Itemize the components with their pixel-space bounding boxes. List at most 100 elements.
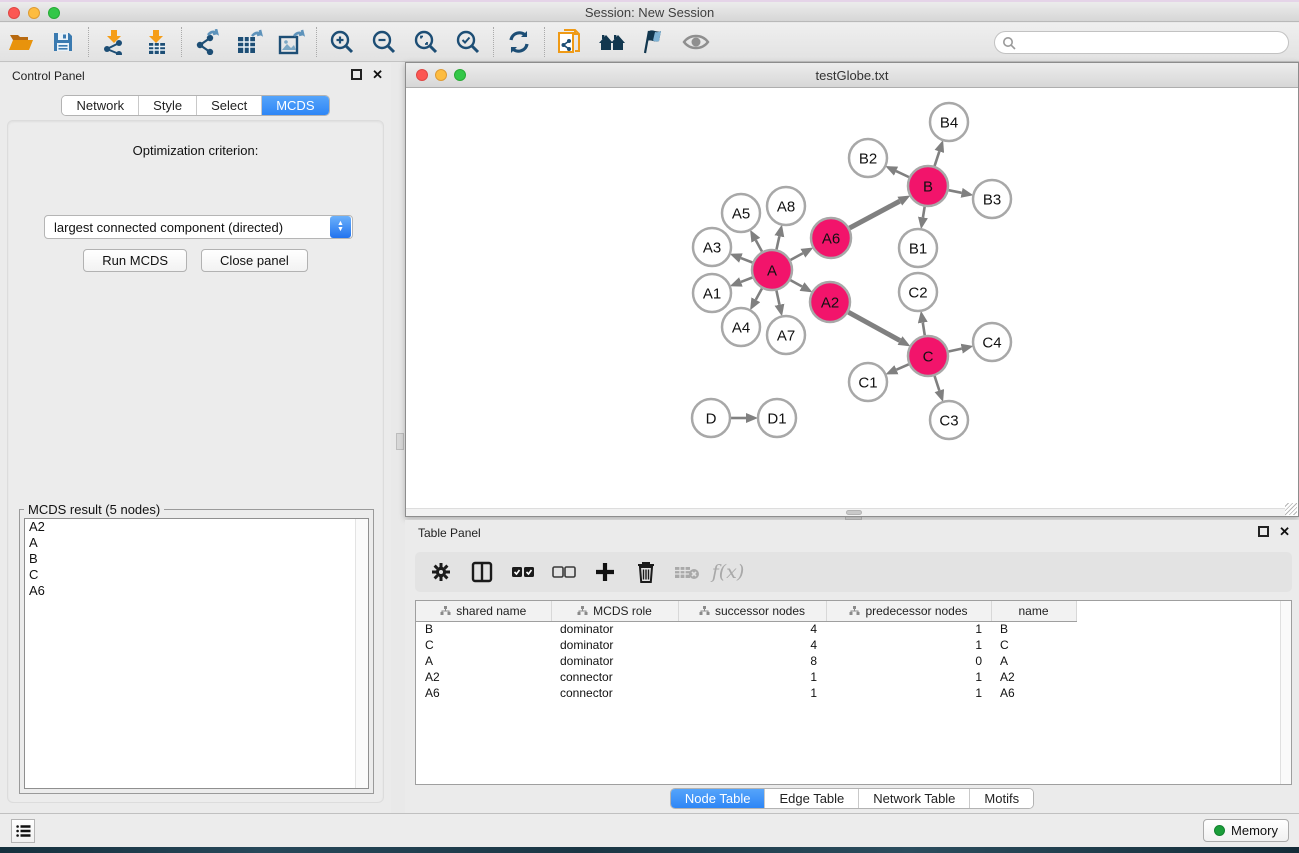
select-all-columns-button[interactable] [507,556,539,588]
table-cell[interactable]: 1 [826,637,991,653]
graph-node-B3[interactable]: B3 [973,180,1011,218]
delete-column-button[interactable] [630,556,662,588]
table-cell[interactable]: dominator [551,653,678,669]
table-cell[interactable]: A2 [991,669,1076,685]
graph-node-B2[interactable]: B2 [849,139,887,177]
table-row[interactable]: A6connector11A6 [416,685,1076,701]
table-settings-button[interactable] [425,556,457,588]
zoom-fit-button[interactable] [405,25,447,59]
search-input[interactable] [1016,34,1288,52]
save-session-button[interactable] [42,25,84,59]
graph-node-B1[interactable]: B1 [899,229,937,267]
mcds-result-item[interactable]: B [25,551,368,567]
graph-node-C1[interactable]: C1 [849,363,887,401]
graph-node-D1[interactable]: D1 [758,399,796,437]
graph-node-C2[interactable]: C2 [899,273,937,311]
table-cell[interactable]: C [416,637,551,653]
home-button[interactable] [591,25,633,59]
close-panel-icon[interactable]: ✕ [372,69,383,80]
column-header-name[interactable]: name [991,601,1076,621]
export-image-button[interactable] [270,25,312,59]
tab-network[interactable]: Network [62,96,138,115]
graph-edge-A-A5[interactable] [756,240,762,251]
table-cell[interactable]: A2 [416,669,551,685]
table-cell[interactable]: B [991,621,1076,637]
zoom-in-button[interactable] [321,25,363,59]
graph-edge-A-A1[interactable] [741,278,752,282]
mcds-result-item[interactable]: A6 [25,583,368,599]
graph-node-A4[interactable]: A4 [722,308,760,346]
column-header-successor-nodes[interactable]: successor nodes [678,601,826,621]
graph-edge-B-B3[interactable] [949,190,962,193]
graph-edge-A-A4[interactable] [756,288,762,299]
vertical-splitter-handle[interactable] [396,433,404,450]
table-row[interactable]: Bdominator41B [416,621,1076,637]
table-close-panel-icon[interactable]: ✕ [1279,526,1290,537]
table-cell[interactable]: 8 [678,653,826,669]
close-panel-button[interactable]: Close panel [201,249,308,272]
tab-select[interactable]: Select [196,96,261,115]
graph-node-A5[interactable]: A5 [722,194,760,232]
graph-edge-C-C1[interactable] [896,364,908,369]
tab-style[interactable]: Style [138,96,196,115]
table-float-panel-icon[interactable] [1258,526,1269,537]
table-cell[interactable]: 4 [678,637,826,653]
table-cell[interactable]: 1 [826,669,991,685]
graph-edge-A-A2[interactable] [790,280,802,286]
search-field[interactable] [994,31,1289,54]
function-builder-button[interactable]: f(x) [712,556,744,588]
table-cell[interactable]: 1 [826,685,991,701]
network-window-titlebar[interactable]: testGlobe.txt [406,63,1298,88]
mcds-result-item[interactable]: A2 [25,519,368,535]
table-cell[interactable]: A6 [991,685,1076,701]
network-canvas[interactable]: AA1A2A3A4A5A6A7A8BB1B2B3B4CC1C2C3C4DD1 [406,89,1298,508]
tab-node-table[interactable]: Node Table [671,789,765,808]
network-resize-grip[interactable] [1285,503,1297,515]
table-cell[interactable]: 0 [826,653,991,669]
optimization-criterion-dropdown[interactable]: largest connected component (directed) ▲… [44,215,353,239]
table-cell[interactable]: A [991,653,1076,669]
graph-node-B4[interactable]: B4 [930,103,968,141]
table-cell[interactable]: dominator [551,621,678,637]
graph-node-C3[interactable]: C3 [930,401,968,439]
float-panel-icon[interactable] [351,69,362,80]
table-row[interactable]: Adominator80A [416,653,1076,669]
export-table-button[interactable] [228,25,270,59]
table-cell[interactable]: A6 [416,685,551,701]
graph-node-A8[interactable]: A8 [767,187,805,225]
zoom-selected-button[interactable] [447,25,489,59]
mcds-result-item[interactable]: A [25,535,368,551]
tab-network-table[interactable]: Network Table [858,789,969,808]
table-row[interactable]: Cdominator41C [416,637,1076,653]
column-header-shared-name[interactable]: shared name [416,601,551,621]
graph-edge-A-A8[interactable] [776,236,779,249]
table-cell[interactable]: 1 [678,669,826,685]
graph-node-A1[interactable]: A1 [693,274,731,312]
table-cell[interactable]: 4 [678,621,826,637]
import-table-button[interactable] [135,25,177,59]
table-cell[interactable]: dominator [551,637,678,653]
graph-node-A[interactable]: A [752,250,792,290]
graph-edge-A-A7[interactable] [776,291,779,305]
show-hide-eye-button[interactable] [675,25,717,59]
table-cell[interactable]: 1 [826,621,991,637]
mcds-result-item[interactable]: C [25,567,368,583]
task-history-button[interactable] [11,819,35,843]
delete-table-button[interactable] [671,556,703,588]
graph-edge-A6-B[interactable] [850,201,900,228]
open-session-button[interactable] [0,25,42,59]
table-cell[interactable]: A [416,653,551,669]
add-column-button[interactable] [589,556,621,588]
graph-edge-B-B1[interactable] [923,207,925,218]
graph-edge-C-C4[interactable] [949,349,962,352]
export-network-button[interactable] [186,25,228,59]
table-cell[interactable]: 1 [678,685,826,701]
graph-edge-C-C3[interactable] [935,376,940,391]
node-table[interactable]: shared nameMCDS rolesuccessor nodesprede… [415,600,1292,785]
graph-node-A7[interactable]: A7 [767,316,805,354]
zoom-out-button[interactable] [363,25,405,59]
run-mcds-button[interactable]: Run MCDS [83,249,187,272]
graph-node-A3[interactable]: A3 [693,228,731,266]
column-header-predecessor-nodes[interactable]: predecessor nodes [826,601,991,621]
memory-button[interactable]: Memory [1203,819,1289,842]
